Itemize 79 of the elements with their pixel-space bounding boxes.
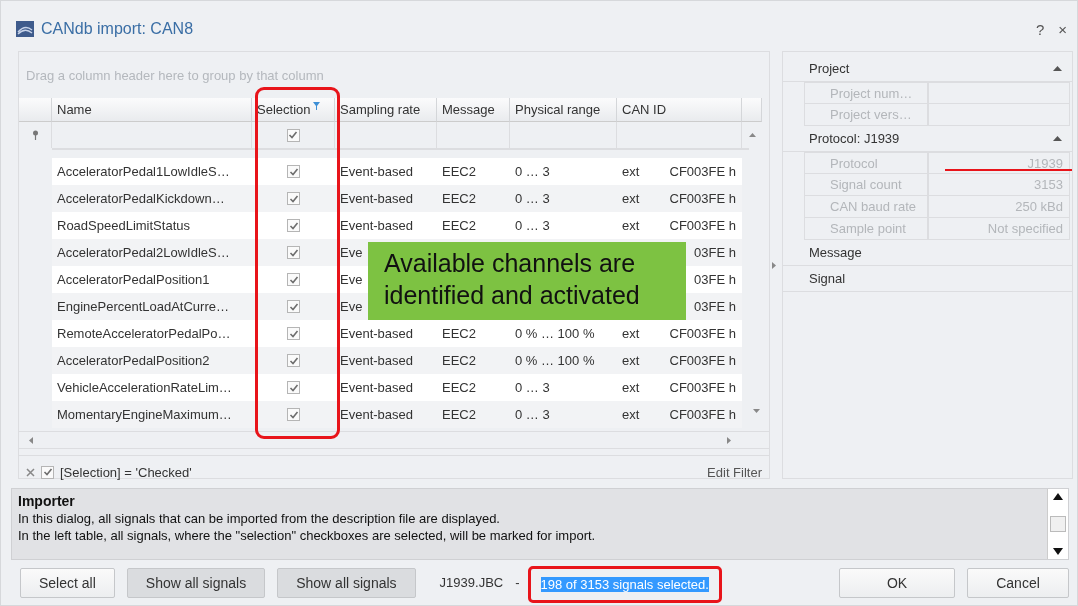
property-label: Protocol xyxy=(804,152,928,174)
table-cell: CF003FE h xyxy=(669,164,736,179)
table-cell-text: 0 % … 100 % xyxy=(514,325,596,343)
name-cell-text: AcceleratorPedalPosition2 xyxy=(56,352,211,370)
table-cell: ext xyxy=(622,380,640,395)
property-value: 3153 xyxy=(928,174,1070,196)
annotation-tooltip: Available channels are identified and activated xyxy=(368,242,686,320)
table-cell: ext xyxy=(622,407,640,422)
column-header-label: Name xyxy=(57,102,92,117)
table-cell-text: EEC2 xyxy=(441,379,477,397)
name-cell-text: RemoteAcceleratorPedalPo… xyxy=(56,325,232,343)
table-cell-text: Event-based xyxy=(339,406,414,424)
table-cell: ext xyxy=(622,164,640,179)
table-cell-text: 0 % … 100 % xyxy=(514,352,596,370)
table-cell-text: Event-based xyxy=(339,325,414,343)
help-title: Importer xyxy=(18,493,76,510)
table-cell: ext xyxy=(622,326,640,341)
name-cell-text: AcceleratorPedal1LowIdleS… xyxy=(56,163,231,181)
help-text: In this dialog, all signals that can be imported from the description file are displayed. xyxy=(18,510,501,527)
name-cell-text: MomentaryEngineMaximum… xyxy=(56,406,233,424)
name-cell-text: AcceleratorPedalKickdown… xyxy=(56,190,226,208)
table-cell: CF003FE h xyxy=(669,407,736,422)
table-cell: CF003FE h xyxy=(669,380,736,395)
table-cell: CF003FE h xyxy=(669,218,736,233)
property-label: Sample point xyxy=(804,218,928,240)
table-cell-text: 0 … 3 xyxy=(514,190,551,208)
file-name: J1939.JBC xyxy=(439,575,504,590)
property-label: Project num… xyxy=(804,82,928,104)
table-cell-text: EEC2 xyxy=(441,406,477,424)
table-cell: 03FE h xyxy=(694,299,736,314)
table-cell-text: EEC2 xyxy=(441,190,477,208)
table-cell-text: 0 … 3 xyxy=(514,406,551,424)
table-cell-text: Event-based xyxy=(339,163,414,181)
section-title: Message xyxy=(809,245,862,260)
column-header-label: Physical range xyxy=(515,102,601,117)
table-cell-text: Eve xyxy=(339,271,364,289)
table-cell: ext xyxy=(622,353,640,368)
table-cell-text: Event-based xyxy=(339,379,414,397)
property-value: J1939 xyxy=(928,152,1070,174)
table-cell: ext xyxy=(622,218,640,233)
table-cell-text: EEC2 xyxy=(441,352,477,370)
property-value: Not specified xyxy=(928,218,1070,240)
property-label: Signal count xyxy=(804,174,928,196)
name-cell-text: AcceleratorPedalPosition1 xyxy=(56,271,211,289)
separator-text: - xyxy=(515,575,520,590)
table-cell-text: EEC2 xyxy=(441,163,477,181)
table-cell-text: 0 … 3 xyxy=(514,217,551,235)
table-cell-text: EEC2 xyxy=(441,217,477,235)
window-title: CANdb import: CAN8 xyxy=(41,20,194,38)
status-text: 198 of 3153 signals selected. xyxy=(540,577,709,592)
table-cell-text: Event-based xyxy=(339,190,414,208)
table-cell-text: 0 … 3 xyxy=(514,379,551,397)
section-title: Protocol: J1939 xyxy=(809,131,900,146)
table-cell: 03FE h xyxy=(694,272,736,287)
name-cell-text: RoadSpeedLimitStatus xyxy=(56,217,191,235)
column-header-label: Selection xyxy=(257,102,311,117)
table-cell: CF003FE h xyxy=(669,353,736,368)
group-panel-hint: Drag a column header here to group by that column xyxy=(25,66,325,85)
name-cell-text: VehicleAccelerationRateLim… xyxy=(56,379,233,397)
column-header-label: CAN ID xyxy=(622,102,667,117)
column-header-label: Message xyxy=(442,102,495,117)
name-cell-text: EnginePercentLoadAtCurre… xyxy=(56,298,230,316)
name-cell-text: AcceleratorPedal2LowIdleS… xyxy=(56,244,231,262)
table-cell-text: 0 … 3 xyxy=(514,163,551,181)
table-cell: ext xyxy=(622,191,640,206)
property-label: CAN baud rate xyxy=(804,196,928,218)
filter-expression: [Selection] = 'Checked' xyxy=(60,464,192,480)
help-text: In the left table, all signals, where the "selection" checkboxes are selected, will be marked for import. xyxy=(18,527,597,544)
table-cell-text: Event-based xyxy=(339,217,414,235)
section-title: Signal xyxy=(809,271,846,286)
table-cell: CF003FE h xyxy=(669,191,736,206)
table-cell-text: EEC2 xyxy=(441,325,477,343)
table-cell: 03FE h xyxy=(694,245,736,260)
property-label: Project vers… xyxy=(804,104,928,126)
section-title: Project xyxy=(809,61,850,76)
column-header-label: Sampling rate xyxy=(340,102,421,117)
property-value: 250 kBd xyxy=(928,196,1070,218)
table-cell: CF003FE h xyxy=(669,326,736,341)
table-cell-text: Event-based xyxy=(339,352,414,370)
